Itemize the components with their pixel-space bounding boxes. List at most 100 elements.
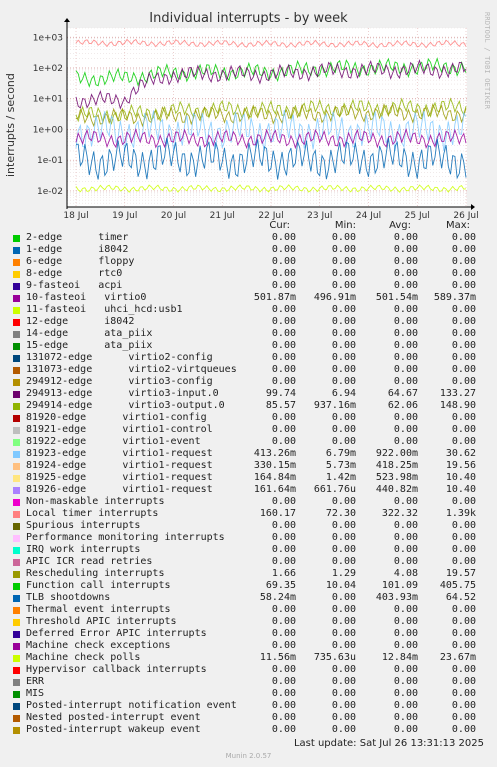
legend-label: Performance monitoring interrupts: [26, 532, 225, 543]
legend-swatch: [13, 715, 20, 722]
legend-max: 0.00: [451, 604, 476, 615]
legend-max: 0.00: [451, 424, 476, 435]
legend-max: 0.00: [451, 328, 476, 339]
legend-min: 0.00: [331, 352, 356, 363]
legend-min: 496.91m: [313, 292, 356, 303]
legend-max: 23.67m: [439, 652, 476, 663]
legend-swatch: [13, 559, 20, 566]
legend-label: Non-maskable interrupts: [26, 496, 165, 507]
legend-row: 81924-edge virtio1-request 330.15m 5.73m 41…: [0, 460, 497, 472]
legend-row: 294914-edge virtio3-output.0 85.57 937.16m…: [0, 400, 497, 412]
legend-label: 14-edge ata_piix: [26, 328, 153, 339]
legend-swatch: [13, 295, 20, 302]
legend-min: 0.00: [331, 436, 356, 447]
legend-label: 81921-edge virtio1-control: [26, 424, 213, 435]
legend-swatch: [13, 391, 20, 398]
legend-min: 0.00: [331, 256, 356, 267]
legend-row: 11-fasteoi uhci_hcd:usb1 0.00 0.00 0.00 0.00: [0, 304, 497, 316]
y-tick-label: 1e+02: [33, 64, 63, 74]
legend-max: 0.00: [451, 340, 476, 351]
legend-swatch: [13, 499, 20, 506]
legend-max: 0.00: [451, 496, 476, 507]
legend-row: Non-maskable interrupts 0.00 0.00 0.00 0.00: [0, 496, 497, 508]
legend-min: 0.00: [331, 340, 356, 351]
legend-min: 0.00: [331, 640, 356, 651]
y-tick-label: 1e+01: [33, 95, 63, 105]
legend-swatch: [13, 655, 20, 662]
legend-min: 0.00: [331, 316, 356, 327]
legend-swatch: [13, 427, 20, 434]
legend-swatch: [13, 235, 20, 242]
legend-min: 0.00: [331, 244, 356, 255]
legend-row: 81925-edge virtio1-request 164.84m 1.42m 52…: [0, 472, 497, 484]
legend-swatch: [13, 643, 20, 650]
legend-swatch: [13, 535, 20, 542]
legend-label: Posted-interrupt notification event: [26, 700, 237, 711]
legend-row: Nested posted-interrupt event 0.00 0.00 0.0…: [0, 712, 497, 724]
legend-row: Rescheduling interrupts 1.66 1.29 4.08 19.57: [0, 568, 497, 580]
legend-max: 0.00: [451, 640, 476, 651]
legend-max: 0.00: [451, 232, 476, 243]
legend-swatch: [13, 595, 20, 602]
legend-label: MIS: [26, 688, 45, 699]
legend-min: 6.94: [331, 388, 356, 399]
legend-label: 81923-edge virtio1-request: [26, 448, 213, 459]
legend-row: 81920-edge virtio1-config 0.00 0.00 0.00 0.0…: [0, 412, 497, 424]
legend-row: ERR 0.00 0.00 0.00 0.00: [0, 676, 497, 688]
legend-row: 81922-edge virtio1-event 0.00 0.00 0.00 0.00: [0, 436, 497, 448]
legend-label: 11-fasteoi uhci_hcd:usb1: [26, 304, 183, 315]
legend-label: 131073-edge virtio2-virtqueues: [26, 364, 237, 375]
y-tick-label: 1e+00: [33, 125, 64, 135]
legend-max: 148.90: [439, 400, 476, 411]
legend-swatch: [13, 547, 20, 554]
legend-swatch: [13, 271, 20, 278]
x-tick-label: 18 Jul: [63, 211, 88, 221]
legend-label: 10-fasteoi virtio0: [26, 292, 147, 303]
legend-min: 0.00: [331, 604, 356, 615]
legend-swatch: [13, 247, 20, 254]
x-tick-label: 20 Jul: [161, 211, 186, 221]
legend-swatch: [13, 307, 20, 314]
legend-swatch: [13, 511, 20, 518]
legend-row: Posted-interrupt wakeup event 0.00 0.00 0.0…: [0, 724, 497, 736]
legend-row: Performance monitoring interrupts 0.00 0.0…: [0, 532, 497, 544]
legend-label: Rescheduling interrupts: [26, 568, 165, 579]
legend-row: 294912-edge virtio3-config 0.00 0.00 0.00 0.…: [0, 376, 497, 388]
legend-min: 10.04: [325, 580, 356, 591]
legend-row: 8-edge rtc0 0.00 0.00 0.00 0.00: [0, 268, 497, 280]
legend-label: 131072-edge virtio2-config: [26, 352, 213, 363]
legend-row: Local timer interrupts 160.17 72.30 322.32 1…: [0, 508, 497, 520]
legend-label: 294914-edge virtio3-output.0: [26, 400, 225, 411]
legend-label: Machine check exceptions: [26, 640, 171, 651]
chart-plot: 18 Jul 19 Jul 20 Jul 21 Jul 22 Jul 23 Jul 24 J…: [33, 18, 479, 221]
legend-swatch: [13, 367, 20, 374]
legend-max: 405.75: [439, 580, 476, 591]
legend-row: Spurious interrupts 0.00 0.00 0.00 0.00: [0, 520, 497, 532]
legend-label: Function call interrupts: [26, 580, 171, 591]
legend-label: Hypervisor callback interrupts: [26, 664, 207, 675]
legend-min: 735.63u: [313, 652, 356, 663]
legend-row: 131073-edge virtio2-virtqueues 0.00 0.00 0.…: [0, 364, 497, 376]
legend-max: 19.56: [445, 460, 476, 471]
legend-swatch: [13, 259, 20, 266]
legend-max: 0.00: [451, 268, 476, 279]
legend-label: 6-edge floppy: [26, 256, 135, 267]
legend-min: 0.00: [331, 364, 356, 375]
legend-max: 10.40: [445, 484, 476, 495]
legend-max: 0.00: [451, 688, 476, 699]
legend-label: 294912-edge virtio3-config: [26, 376, 213, 387]
legend-max: 0.00: [451, 664, 476, 675]
legend-max: 0.00: [451, 376, 476, 387]
legend-min: 0.00: [331, 424, 356, 435]
legend-max: 0.00: [451, 244, 476, 255]
legend-max: 0.00: [451, 556, 476, 567]
legend-swatch: [13, 343, 20, 350]
legend-max: 589.37m: [433, 292, 476, 303]
legend-swatch: [13, 415, 20, 422]
legend-max: 0.00: [451, 616, 476, 627]
legend-row: 14-edge ata_piix 0.00 0.00 0.00 0.00: [0, 328, 497, 340]
legend-min: 1.42m: [325, 472, 356, 483]
legend-label: 81925-edge virtio1-request: [26, 472, 213, 483]
legend-swatch: [13, 355, 20, 362]
legend-row: 81923-edge virtio1-request 413.26m 6.79m 92…: [0, 448, 497, 460]
